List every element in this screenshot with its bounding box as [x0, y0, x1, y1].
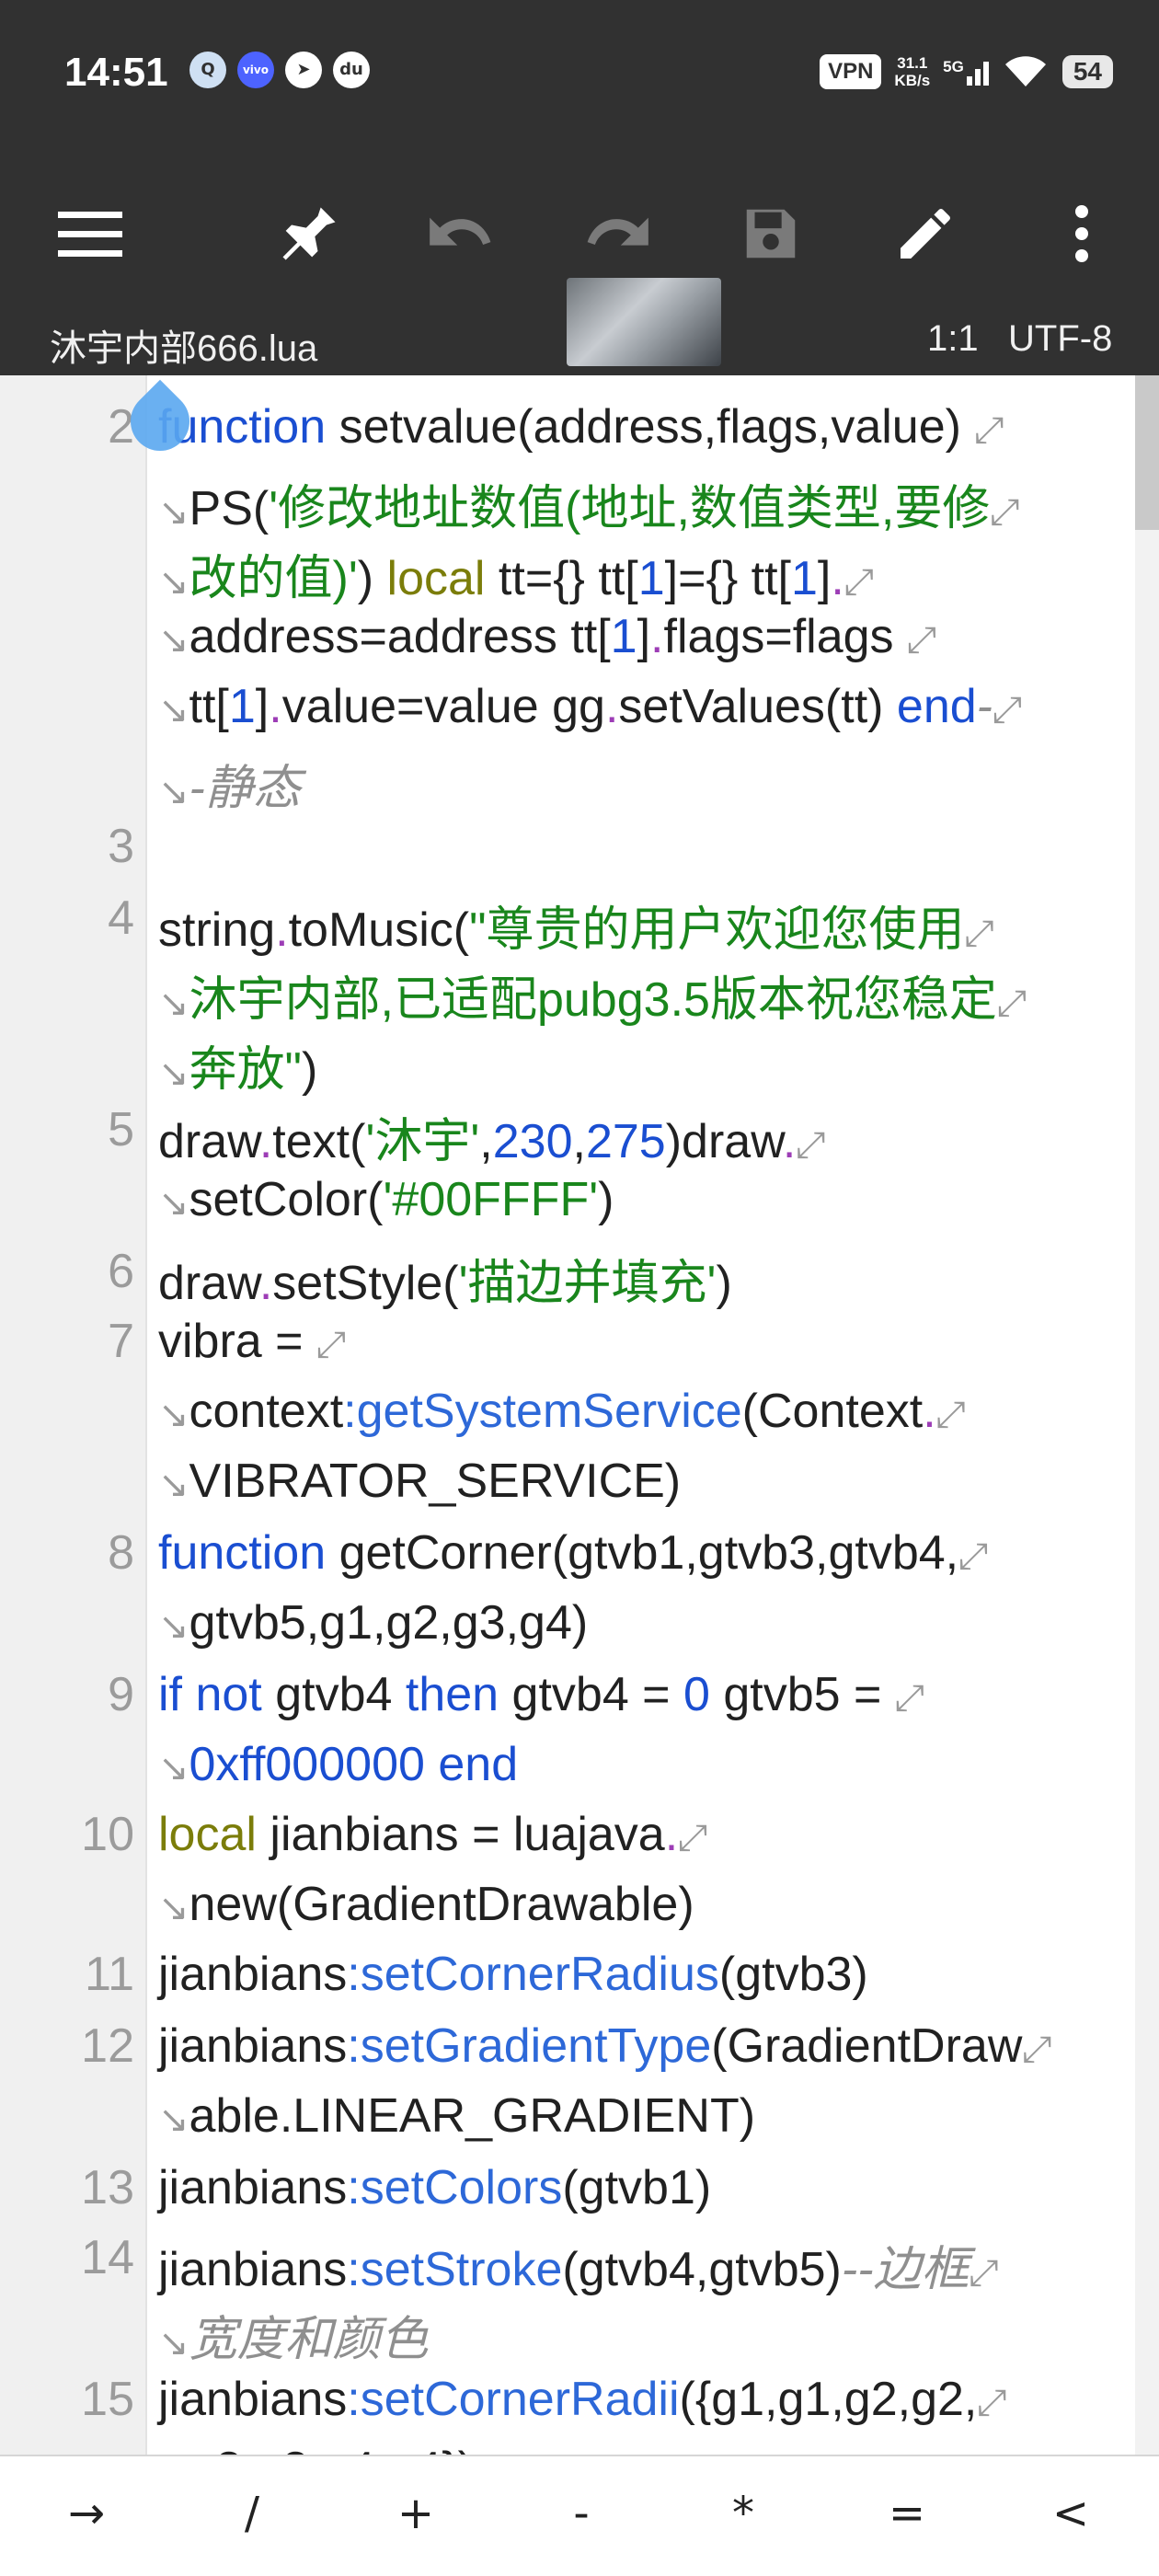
signal-icon: 5G [943, 58, 989, 86]
code-line: ↘address=address tt[1].flags=flags ⤢ [158, 610, 936, 663]
line-number: 3 [108, 820, 134, 873]
du-app-icon: du [333, 52, 370, 88]
file-name[interactable]: 沐宇内部666.lua [50, 318, 317, 372]
pin-icon[interactable] [272, 197, 346, 270]
key-plus[interactable]: + [361, 2488, 471, 2539]
key-equals[interactable]: = [852, 2488, 962, 2539]
scrollbar-thumb[interactable] [1135, 375, 1159, 530]
code-line: jianbians:setStroke(gtvb4,gtvb5)--边框⤢ [158, 2243, 999, 2296]
code-line: draw.text('沐宇',230,275)draw.⤢ [158, 1115, 826, 1168]
code-line: function setvalue(address,flags,value) ⤢ [158, 400, 1004, 454]
save-icon[interactable] [734, 197, 808, 270]
vertical-scrollbar[interactable] [1135, 375, 1159, 2455]
code-line: ↘able.LINEAR_GRADIENT) [158, 2089, 756, 2143]
code-line: vibra = ⤢ [158, 1315, 346, 1368]
line-number: 14 [81, 2231, 134, 2284]
file-info-bar: 沐宇内部666.lua 1:1 UTF-8 [0, 278, 1159, 375]
status-time: 14:51 [64, 50, 168, 95]
key-asterisk[interactable]: * [688, 2488, 798, 2539]
telegram-app-icon: ➤ [285, 52, 322, 88]
code-line: ↘setColor('#00FFFF') [158, 1173, 614, 1226]
code-line: draw.setStyle('描边并填充') [158, 1257, 732, 1310]
key-less-than[interactable]: < [1016, 2488, 1126, 2539]
code-line: ↘宽度和颜色 [158, 2313, 429, 2366]
network-speed: 31.1 KB/s [894, 54, 930, 89]
code-line: ↘PS('修改地址数值(地址,数值类型,要修⤢ [158, 482, 1020, 535]
menu-icon[interactable] [53, 197, 127, 270]
line-number: 11 [85, 1948, 134, 2001]
speed-value: 31.1 [897, 54, 928, 72]
key-slash[interactable]: / [197, 2488, 307, 2539]
line-number: 4 [108, 891, 134, 945]
code-line: if not gtvb4 then gtvb4 = 0 gtvb5 = ⤢ [158, 1668, 924, 1721]
line-number-gutter [0, 375, 147, 2455]
vpn-badge: VPN [820, 54, 882, 89]
code-line: jianbians:setColors(gtvb1) [158, 2161, 712, 2214]
code-line: jianbians:setCornerRadius(gtvb3) [158, 1948, 868, 2001]
code-line: ↘-静态 [158, 762, 301, 815]
status-right: VPN 31.1 KB/s 5G 54 [820, 46, 1113, 98]
line-number: 9 [108, 1668, 134, 1721]
undo-icon[interactable] [425, 197, 499, 270]
network-type: 5G [943, 58, 964, 75]
code-line: jianbians:setGradientType(GradientDraw⤢ [158, 2019, 1052, 2073]
line-number: 6 [108, 1245, 134, 1298]
code-line: jianbians:setCornerRadii({g1,g1,g2,g2,⤢ [158, 2373, 1007, 2426]
line-number: 5 [108, 1103, 134, 1156]
line-number: 12 [81, 2019, 134, 2073]
symbol-key-bar: → / + - * = < [0, 2455, 1159, 2576]
code-line: ↘VIBRATOR_SERVICE) [158, 1455, 682, 1508]
line-number: 2 [108, 400, 134, 454]
line-number: 10 [81, 1808, 134, 1861]
key-arrow[interactable]: → [31, 2488, 142, 2539]
line-number: 13 [81, 2161, 134, 2214]
redo-icon[interactable] [580, 197, 653, 270]
cursor-position: 1:1 [927, 318, 979, 359]
code-line: ↘new(GradientDrawable) [158, 1878, 694, 1931]
code-line: ↘0xff000000 end [158, 1738, 519, 1791]
code-line: ↘g3,g3,g4,g4}) [158, 2442, 474, 2455]
code-line: function getCorner(gtvb1,gtvb3,gtvb4,⤢ [158, 1526, 989, 1580]
speed-unit: KB/s [894, 72, 931, 89]
edit-icon[interactable] [889, 197, 962, 270]
thumbnail-image [567, 278, 721, 366]
code-line: local jianbians = luajava.⤢ [158, 1808, 708, 1861]
line-number: 8 [108, 1526, 134, 1580]
more-icon[interactable] [1045, 197, 1119, 270]
wifi-icon [1002, 52, 1050, 92]
battery-badge: 54 [1061, 55, 1113, 88]
code-editor[interactable]: 2 3 4 5 6 7 8 9 10 11 12 13 14 15 functi… [0, 375, 1159, 2455]
qq-app-icon: Q [189, 52, 226, 88]
code-line: ↘沐宇内部,已适配pubg3.5版本祝您稳定⤢ [158, 973, 1027, 1027]
code-line: ↘奔放") [158, 1043, 318, 1097]
vivo-app-icon: vivo [237, 52, 274, 88]
key-minus[interactable]: - [526, 2488, 637, 2539]
file-encoding[interactable]: UTF-8 [1008, 318, 1112, 360]
line-number: 7 [108, 1315, 134, 1368]
code-line: ↘改的值)') local tt={} tt[1]={} tt[1].⤢ [158, 552, 874, 605]
code-line: ↘gtvb5,g1,g2,g3,g4) [158, 1596, 589, 1650]
code-line: ↘tt[1].value=value gg.setValues(tt) end-… [158, 680, 1022, 733]
code-line: string.toMusic("尊贵的用户欢迎您使用⤢ [158, 903, 994, 957]
line-number: 15 [81, 2373, 134, 2426]
code-line: ↘context:getSystemService(Context.⤢ [158, 1385, 966, 1438]
